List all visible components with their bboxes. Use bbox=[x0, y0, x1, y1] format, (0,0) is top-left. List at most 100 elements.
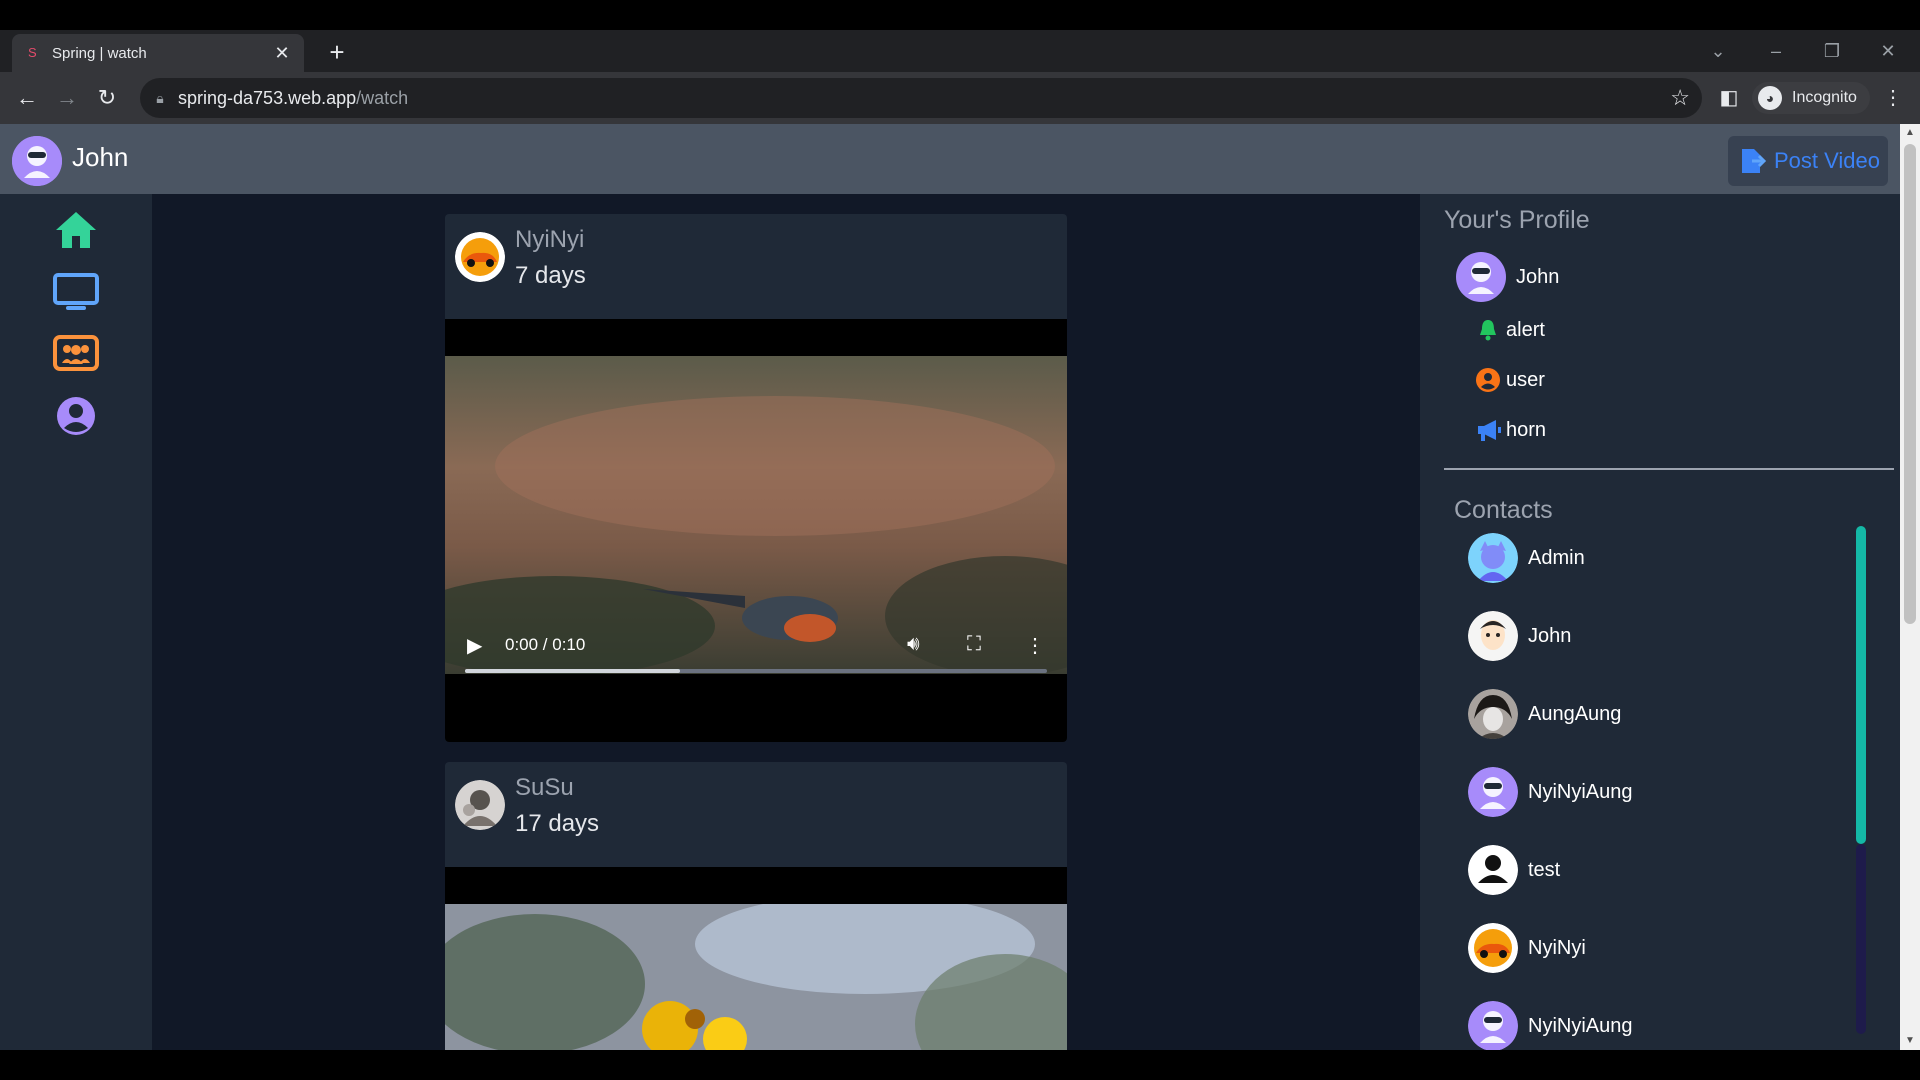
video-time: 0:00 / 0:10 bbox=[505, 635, 586, 654]
post-time: 7 days bbox=[515, 262, 586, 289]
tv-icon bbox=[53, 273, 99, 310]
contact-avatar bbox=[1468, 1001, 1518, 1050]
nav-home[interactable] bbox=[50, 204, 102, 256]
scroll-up-icon[interactable]: ▲ bbox=[1900, 124, 1920, 142]
app-header: John Post Video bbox=[0, 124, 1900, 194]
url-host: spring-da753.web.app bbox=[178, 87, 357, 108]
post-time: 17 days bbox=[515, 810, 600, 837]
browser-tab[interactable]: S Spring | watch ✕ bbox=[12, 34, 304, 72]
video-progress-fill bbox=[465, 669, 681, 673]
side-panel-icon[interactable]: ◧ bbox=[1714, 83, 1744, 113]
video-feed: NyiNyi 7 days ▶ 0:00 / 0:10 🔊︎ ⛶ ⋮ SuSu … bbox=[152, 194, 1420, 1050]
contact-avatar bbox=[1468, 923, 1518, 973]
nav-watch[interactable] bbox=[50, 266, 102, 318]
video-post-card: SuSu 17 days bbox=[445, 762, 1067, 1050]
video-progress-bar[interactable] bbox=[465, 669, 1047, 673]
lock-icon: 🔒︎ bbox=[156, 90, 164, 106]
profile-user-name: John bbox=[1516, 265, 1560, 288]
minimize-button[interactable]: – bbox=[1754, 36, 1798, 66]
fullscreen-icon[interactable]: ⛶ bbox=[967, 633, 981, 656]
video-more-icon[interactable]: ⋮ bbox=[1025, 633, 1045, 658]
browser-menu-icon[interactable]: ⋮ bbox=[1878, 83, 1908, 113]
contact-avatar bbox=[1468, 689, 1518, 739]
screen-top-bar bbox=[0, 0, 1920, 30]
contact-name: NyiNyi bbox=[1528, 936, 1586, 959]
tab-close-icon[interactable]: ✕ bbox=[270, 41, 294, 65]
profile-avatar bbox=[1456, 252, 1506, 302]
bookmark-star-icon[interactable]: ☆ bbox=[1670, 86, 1690, 110]
megaphone-icon bbox=[1478, 420, 1501, 441]
profile-link-label: horn bbox=[1506, 418, 1547, 441]
contact-name: John bbox=[1528, 624, 1572, 647]
close-window-button[interactable]: ✕ bbox=[1866, 36, 1910, 66]
tab-search-icon[interactable]: ⌄ bbox=[1696, 36, 1740, 66]
back-button[interactable]: ← bbox=[12, 83, 42, 113]
profile-link-user[interactable]: user bbox=[1476, 368, 1545, 392]
contact-item[interactable]: NyiNyiAung bbox=[1468, 766, 1632, 818]
play-icon[interactable]: ▶ bbox=[467, 633, 482, 658]
contact-name: Admin bbox=[1528, 546, 1585, 569]
section-divider bbox=[1444, 468, 1894, 470]
video-player[interactable]: ▶ 0:00 / 0:10 🔊︎ ⛶ ⋮ bbox=[445, 319, 1067, 742]
video-controls: ▶ 0:00 / 0:10 🔊︎ ⛶ ⋮ bbox=[445, 627, 1067, 687]
group-icon bbox=[53, 335, 99, 371]
video-player[interactable] bbox=[445, 867, 1067, 1050]
incognito-indicator[interactable]: ◕ Incognito bbox=[1752, 82, 1870, 114]
contact-item[interactable]: NyiNyi bbox=[1468, 922, 1586, 974]
url-path: /watch bbox=[356, 87, 409, 108]
contacts-title: Contacts bbox=[1454, 496, 1553, 524]
page-scrollbar[interactable]: ▲ ▼ bbox=[1900, 124, 1920, 1050]
screen-bottom-bar bbox=[0, 1050, 1920, 1080]
profile-link-alert[interactable]: alert bbox=[1476, 318, 1545, 342]
restore-button[interactable]: ❐ bbox=[1810, 36, 1854, 66]
video-post-card: NyiNyi 7 days ▶ 0:00 / 0:10 🔊︎ ⛶ ⋮ bbox=[445, 214, 1067, 742]
contact-avatar bbox=[1468, 533, 1518, 583]
post-video-label: Post Video bbox=[1774, 148, 1881, 173]
profile-link-label: alert bbox=[1506, 318, 1545, 341]
volume-icon[interactable]: 🔊︎ bbox=[907, 633, 920, 656]
nav-profile[interactable] bbox=[50, 390, 102, 442]
contacts-scrollbar-thumb[interactable] bbox=[1856, 526, 1866, 844]
contact-item[interactable]: Admin bbox=[1468, 532, 1585, 584]
right-panel: Your's Profile John alert user horn Cont… bbox=[1420, 194, 1900, 1050]
contact-item[interactable]: AungAung bbox=[1468, 688, 1621, 740]
scroll-down-icon[interactable]: ▼ bbox=[1900, 1032, 1920, 1050]
contact-item[interactable]: test bbox=[1468, 844, 1560, 896]
page-scrollbar-thumb[interactable] bbox=[1904, 144, 1916, 624]
incognito-label: Incognito bbox=[1792, 89, 1857, 106]
contacts-scrollbar-track[interactable] bbox=[1856, 844, 1866, 1034]
profile-link-horn[interactable]: horn bbox=[1476, 418, 1546, 442]
forward-button[interactable]: → bbox=[52, 83, 82, 113]
header-username[interactable]: John bbox=[72, 142, 128, 173]
profile-section-title: Your's Profile bbox=[1444, 206, 1590, 234]
post-video-button[interactable]: Post Video bbox=[1728, 136, 1888, 186]
profile-link-label: user bbox=[1506, 368, 1545, 391]
left-nav bbox=[0, 194, 152, 1050]
contact-name: test bbox=[1528, 858, 1561, 881]
post-author-name[interactable]: NyiNyi bbox=[515, 226, 584, 254]
post-author-name[interactable]: SuSu bbox=[515, 774, 574, 802]
file-upload-icon bbox=[1740, 147, 1767, 175]
new-tab-button[interactable]: + bbox=[322, 38, 352, 68]
nav-groups[interactable] bbox=[50, 328, 102, 380]
contact-name: AungAung bbox=[1528, 702, 1622, 725]
profile-user-link[interactable]: John bbox=[1456, 252, 1559, 302]
site-favicon-icon: S bbox=[28, 45, 37, 60]
incognito-icon: ◕ bbox=[1758, 86, 1782, 110]
header-avatar[interactable] bbox=[12, 136, 62, 186]
contact-avatar bbox=[1468, 845, 1518, 895]
contact-avatar bbox=[1468, 767, 1518, 817]
post-author-avatar[interactable] bbox=[455, 780, 505, 830]
bell-icon bbox=[1480, 320, 1496, 341]
post-author-avatar[interactable] bbox=[455, 232, 505, 282]
reload-button[interactable]: ↻ bbox=[92, 83, 122, 113]
tab-title: Spring | watch bbox=[52, 44, 147, 62]
user-circle-icon bbox=[57, 397, 95, 435]
video-frame bbox=[445, 904, 1067, 1050]
address-bar[interactable]: 🔒︎ spring-da753.web.app/watch ☆ bbox=[140, 78, 1702, 118]
home-icon bbox=[56, 212, 96, 248]
web-page: John Post Video NyiNyi 7 days ▶ 0:00 / 0… bbox=[0, 124, 1900, 1050]
contact-item[interactable]: NyiNyiAung bbox=[1468, 1000, 1632, 1050]
contact-item[interactable]: John bbox=[1468, 610, 1571, 662]
browser-tab-strip: S Spring | watch ✕ + ⌄ – ❐ ✕ bbox=[0, 30, 1920, 72]
